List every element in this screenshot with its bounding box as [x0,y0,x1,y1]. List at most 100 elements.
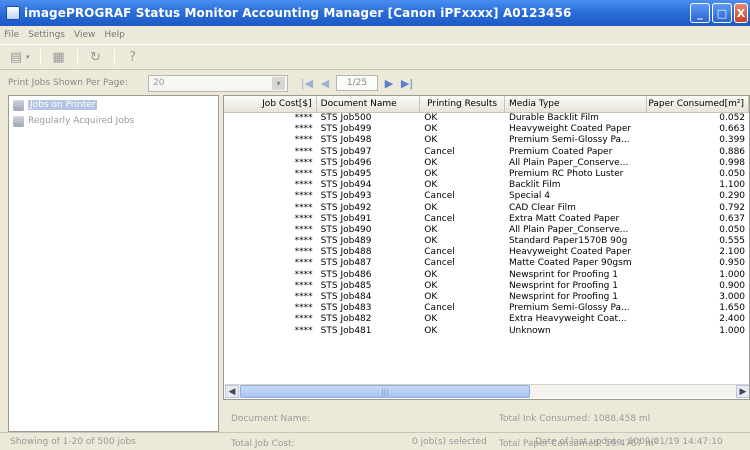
document-name-cell: STS Job485 [320,280,372,291]
paper-consumed-cell: 0.399 [719,135,746,146]
media-type-cell: Heavyweight Coated Paper [508,124,632,135]
paper-consumed-cell: 0.950 [719,258,746,269]
menu-file[interactable]: File [4,30,19,40]
document-name-cell: STS Job489 [320,236,372,247]
tree-item-jobs-on-printer[interactable]: Jobs on Printer [9,98,218,112]
media-type-cell: Premium RC Photo Luster [508,168,624,179]
media-type-cell: Special 4 [508,191,550,202]
export-icon[interactable]: ▤ [8,49,24,65]
maximize-button[interactable]: □ [712,3,732,23]
table-row[interactable]: **** STS Job496 OK All Plain Paper_Conserve… [224,158,749,169]
table-row[interactable]: **** STS Job492 OK CAD Clear Film 0.792 [224,203,749,214]
table-row[interactable]: **** STS Job486 OK Newsprint for Proofing 1… [224,270,749,281]
media-type-cell: Premium Semi-Glossy Pa... [508,303,630,314]
document-name-cell: STS Job498 [320,135,372,146]
close-button[interactable]: X [734,3,748,23]
table-row[interactable]: **** STS Job482 OK Extra Heavyweight Coat..… [224,314,749,325]
document-name-cell: STS Job496 [320,157,372,168]
help-icon[interactable]: ? [125,49,141,65]
first-page-button[interactable]: |◀ [300,77,314,90]
paper-consumed-cell: 1.100 [719,180,746,191]
table-row[interactable]: **** STS Job497 Cancel Premium Coated Paper… [224,147,749,158]
document-name-cell: STS Job487 [320,258,372,269]
scroll-right-button[interactable]: ▶ [736,385,749,398]
printing-result-cell: Cancel [424,191,455,202]
printing-result-cell: Cancel [424,146,455,157]
job-cost-cell: **** [294,202,313,213]
media-type-cell: CAD Clear Film [508,202,576,213]
prev-page-button[interactable]: ◀ [318,77,332,90]
printer-icon [13,99,24,111]
column-header-job-cost[interactable]: Job Cost[$] [224,96,317,112]
scroll-left-button[interactable]: ◀ [225,385,239,398]
window-title: imagePROGRAF Status Monitor Accounting M… [24,6,572,20]
table-row[interactable]: **** STS Job499 OK Heavyweight Coated Paper… [224,124,749,135]
table-row[interactable]: **** STS Job481 OK Unknown 1.000 [224,326,749,337]
printing-result-cell: OK [424,314,438,325]
job-cost-cell: **** [294,292,313,302]
media-type-cell: Standard Paper1570B 90g [508,236,628,247]
tree-item-regularly-acquired-jobs[interactable]: Regularly Acquired Jobs [9,114,218,128]
table-row[interactable]: **** STS Job484 OK Newsprint for Proofing 1… [224,292,749,303]
table-row[interactable]: **** STS Job493 Cancel Special 4 0.290 [224,191,749,202]
chevron-down-icon[interactable]: ▾ [272,76,285,90]
job-cost-cell: **** [294,269,313,280]
media-type-cell: Durable Backlit Film [508,113,599,123]
table-row[interactable]: **** STS Job494 OK Backlit Film 1.100 [224,180,749,191]
job-cost-cell: **** [294,236,313,247]
paper-consumed-cell: 0.900 [719,280,746,291]
scroll-track[interactable] [530,385,736,398]
menu-help[interactable]: Help [104,30,125,40]
job-cost-cell: **** [294,280,313,291]
menu-settings[interactable]: Settings [28,30,65,40]
job-cost-cell: **** [294,314,313,325]
media-type-cell: Matte Coated Paper 90gsm [508,258,632,269]
document-name-label: Document Name: [231,414,311,424]
table-row[interactable]: **** STS Job500 OK Durable Backlit Film 0.05… [224,113,749,124]
status-selected-count: 0 job(s) selected [412,436,487,447]
table-row[interactable]: **** STS Job490 OK All Plain Paper_Conserve… [224,225,749,236]
next-page-button[interactable]: ▶ [382,77,396,90]
printing-result-cell: OK [424,236,438,247]
table-row[interactable]: **** STS Job491 Cancel Extra Matt Coated Pa… [224,214,749,225]
job-details-pane: Job Cost[$] Document Name Printing Resul… [223,95,750,449]
printing-result-cell: Cancel [424,247,455,258]
refresh-icon[interactable]: ↻ [88,49,104,65]
printing-result-cell: Cancel [424,303,455,314]
per-page-select[interactable]: 20 ▾ [148,74,288,92]
media-type-cell: Backlit Film [508,180,561,191]
table-row[interactable]: **** STS Job485 OK Newsprint for Proofing 1… [224,281,749,292]
properties-icon[interactable]: ▦ [51,49,67,65]
toolbar-separator [113,49,115,65]
printer-icon [13,115,24,127]
per-page-value: 20 [153,78,165,88]
document-name-cell: STS Job491 [320,213,372,224]
table-row[interactable]: **** STS Job488 Cancel Heavyweight Coated P… [224,247,749,258]
menu-view[interactable]: View [74,30,95,40]
table-row[interactable]: **** STS Job495 OK Premium RC Photo Luster 0… [224,169,749,180]
column-header-media-type[interactable]: Media Type [505,96,648,112]
printing-result-cell: OK [424,325,438,336]
page-number-field[interactable]: 1/25 [336,75,378,91]
minimize-button[interactable]: _ [690,3,710,23]
last-page-button[interactable]: ▶| [400,77,414,90]
column-header-printing-results[interactable]: Printing Results [420,96,505,112]
paper-consumed-cell: 0.886 [719,146,746,157]
document-name-cell: STS Job500 [320,113,372,123]
tree-item-label: Regularly Acquired Jobs [28,116,135,126]
horizontal-scrollbar[interactable]: ◀ ||| ▶ [225,384,749,398]
table-row[interactable]: **** STS Job483 Cancel Premium Semi-Glossy … [224,303,749,314]
scroll-thumb[interactable]: ||| [240,385,530,398]
paper-consumed-cell: 1.000 [719,325,746,336]
table-row[interactable]: **** STS Job489 OK Standard Paper1570B 90g 0… [224,236,749,247]
toolbar-separator [76,49,78,65]
table-row[interactable]: **** STS Job487 Cancel Matte Coated Paper 9… [224,258,749,269]
column-header-document-name[interactable]: Document Name [317,96,421,112]
job-cost-cell: **** [294,113,313,123]
document-name-cell: STS Job499 [320,124,372,135]
table-row[interactable]: **** STS Job498 OK Premium Semi-Glossy Pa..… [224,135,749,146]
pager-navigation: |◀ ◀ 1/25 ▶ ▶| [300,75,414,91]
column-header-paper-consumed[interactable]: Paper Consumed[m²] [647,96,749,112]
export-dropdown-icon[interactable]: ▾ [26,53,30,61]
app-icon [6,6,20,20]
